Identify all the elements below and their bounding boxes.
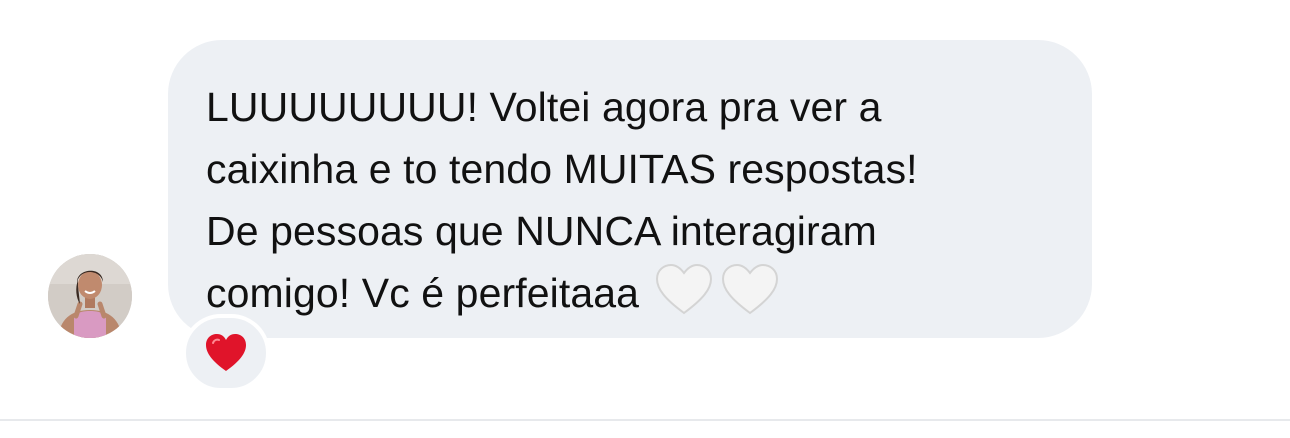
sender-avatar[interactable] <box>48 254 132 338</box>
avatar-photo <box>48 254 132 338</box>
white-heart-icon <box>656 263 713 315</box>
white-heart-icon <box>722 263 779 315</box>
white-hearts-emoji-group <box>655 263 787 334</box>
message-reaction[interactable] <box>182 314 270 392</box>
red-heart-icon <box>206 334 246 371</box>
message-text: LUUUUUUUU! Voltei agora pra ver a caixin… <box>206 76 1062 334</box>
message-body: LUUUUUUUU! Voltei agora pra ver a caixin… <box>206 84 918 316</box>
divider <box>0 419 1290 421</box>
message-bubble[interactable]: LUUUUUUUU! Voltei agora pra ver a caixin… <box>168 40 1092 338</box>
